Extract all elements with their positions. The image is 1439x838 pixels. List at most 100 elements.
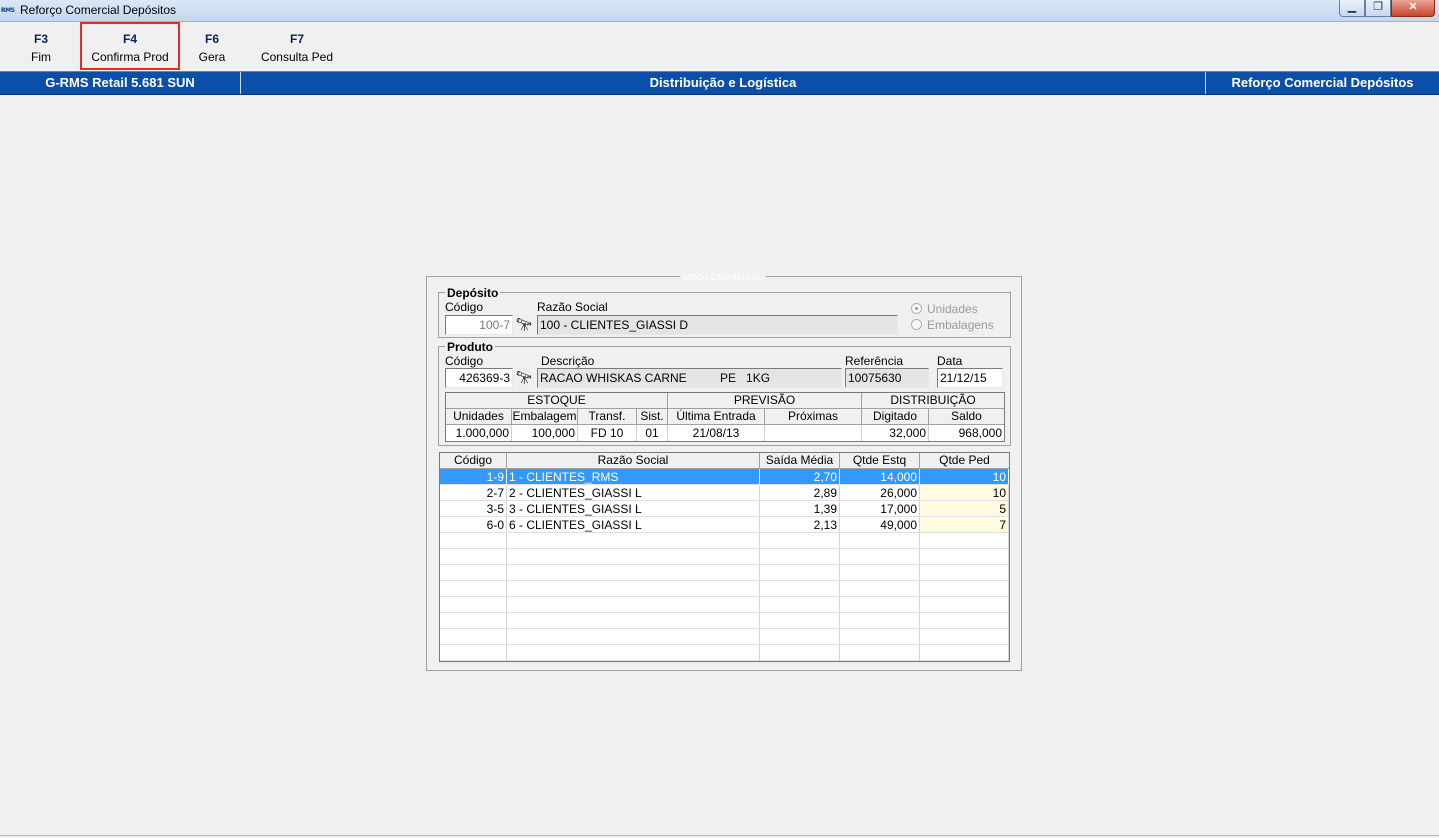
empty-cell: [920, 629, 1009, 645]
empty-cell: [507, 645, 760, 661]
radio-embalagens-label: Embalagens: [927, 318, 994, 332]
cell-saida-media: 2,70: [760, 469, 840, 485]
produto-search-binoculars-icon[interactable]: 🔭︎: [514, 368, 534, 388]
deposito-codigo-label: Código: [445, 300, 484, 314]
f6-action-label: Gera: [198, 50, 226, 64]
empty-row[interactable]: [440, 629, 1009, 645]
estoque-group-header: ESTOQUE: [446, 393, 668, 409]
produto-codigo-field[interactable]: 426369-3: [445, 368, 513, 388]
grid-header-qtde-ped[interactable]: Qtde Ped: [920, 453, 1009, 469]
referencia-field: 10075630: [845, 368, 929, 388]
f7-action-label: Consulta Ped: [260, 50, 334, 64]
window-title: Reforço Comercial Depósitos: [20, 3, 177, 17]
produto-codigo-label: Código: [445, 354, 484, 368]
referencia-label: Referência: [845, 354, 904, 368]
system-version: G-RMS Retail 5.681 SUN: [0, 72, 241, 94]
deposito-group-title: Depósito: [445, 286, 501, 300]
empty-cell: [760, 581, 840, 597]
table-row[interactable]: 6-0 6 - CLIENTES_GIASSI L 2,13 49,000 7: [440, 517, 1009, 533]
cell-razao: 3 - CLIENTES_GIASSI L: [507, 501, 760, 517]
empty-cell: [840, 565, 920, 581]
val-digitado: 32,000: [862, 425, 929, 441]
cell-qtde-ped[interactable]: 10: [920, 485, 1009, 501]
f4-key-label: F4: [122, 32, 137, 46]
cell-codigo: 2-7: [440, 485, 507, 501]
empty-row[interactable]: [440, 565, 1009, 581]
val-embalagem: 100,000: [512, 425, 578, 441]
f6-gera-button[interactable]: F6 Gera: [182, 22, 242, 70]
deposito-razao-field: 100 - CLIENTES_GIASSI D: [537, 315, 898, 335]
grid-header-saida-media[interactable]: Saída Média: [760, 453, 840, 469]
cell-qtde-estq: 26,000: [840, 485, 920, 501]
data-label: Data: [937, 354, 963, 368]
grid-header-qtde-estq[interactable]: Qtde Estq: [840, 453, 920, 469]
empty-cell: [440, 533, 507, 549]
data-field[interactable]: 21/12/15: [937, 368, 1003, 388]
empty-cell: [440, 597, 507, 613]
empty-row[interactable]: [440, 581, 1009, 597]
cell-qtde-ped[interactable]: 7: [920, 517, 1009, 533]
cell-saida-media: 2,13: [760, 517, 840, 533]
empty-cell: [920, 613, 1009, 629]
radio-unidades[interactable]: Unidades: [911, 302, 978, 316]
grid-header-razao[interactable]: Razão Social: [507, 453, 760, 469]
col-sist: Sist.: [637, 409, 668, 425]
radio-embalagens-dot: [911, 319, 922, 330]
deposito-search-binoculars-icon[interactable]: 🔭︎: [514, 315, 534, 335]
deposito-razao-label: Razão Social: [537, 300, 608, 314]
empty-cell: [440, 629, 507, 645]
minimize-button[interactable]: ▁: [1339, 0, 1365, 17]
empty-cell: [507, 581, 760, 597]
radio-embalagens[interactable]: Embalagens: [911, 318, 994, 332]
empty-row[interactable]: [440, 549, 1009, 565]
empty-cell: [440, 645, 507, 661]
table-row[interactable]: 2-7 2 - CLIENTES_GIASSI L 2,89 26,000 10: [440, 485, 1009, 501]
f7-consulta-ped-button[interactable]: F7 Consulta Ped: [252, 22, 342, 70]
cell-qtde-estq: 49,000: [840, 517, 920, 533]
window-controls: ▁ ❐ ✕: [1339, 0, 1435, 18]
empty-cell: [840, 645, 920, 661]
empty-cell: [920, 549, 1009, 565]
f4-action-label: Confirma Prod: [91, 50, 169, 64]
title-bar[interactable]: RMS Reforço Comercial Depósitos ▁ ❐ ✕: [0, 0, 1439, 22]
f4-confirma-prod-button[interactable]: F4 Confirma Prod: [80, 22, 180, 70]
header-band: G-RMS Retail 5.681 SUN Distribuição e Lo…: [0, 71, 1439, 95]
f3-fim-button[interactable]: F3 Fim: [0, 22, 82, 70]
empty-row[interactable]: [440, 533, 1009, 549]
empty-cell: [760, 565, 840, 581]
empty-cell: [760, 549, 840, 565]
cell-saida-media: 1,39: [760, 501, 840, 517]
empty-cell: [760, 645, 840, 661]
table-row[interactable]: 3-5 3 - CLIENTES_GIASSI L 1,39 17,000 5: [440, 501, 1009, 517]
empty-cell: [440, 581, 507, 597]
empty-row[interactable]: [440, 613, 1009, 629]
empty-row[interactable]: [440, 597, 1009, 613]
col-digitado: Digitado: [862, 409, 929, 425]
empty-cell: [920, 565, 1009, 581]
empty-cell: [840, 597, 920, 613]
empty-cell: [440, 549, 507, 565]
restore-button[interactable]: ❐: [1365, 0, 1391, 17]
val-ultima-entrada: 21/08/13: [668, 425, 765, 441]
close-button[interactable]: ✕: [1391, 0, 1435, 17]
f3-action-label: Fim: [31, 50, 51, 64]
cell-qtde-ped[interactable]: 5: [920, 501, 1009, 517]
empty-cell: [507, 549, 760, 565]
empty-row[interactable]: [440, 645, 1009, 661]
produto-group-title: Produto: [445, 340, 495, 354]
grid-header-codigo[interactable]: Código: [440, 453, 507, 469]
cell-qtde-ped[interactable]: 10: [920, 469, 1009, 485]
deposito-group: Depósito Código 100-7 🔭︎ Razão Social 10…: [438, 286, 1011, 338]
empty-cell: [507, 565, 760, 581]
empty-cell: [440, 613, 507, 629]
empty-cell: [840, 549, 920, 565]
cell-codigo: 3-5: [440, 501, 507, 517]
col-transf: Transf.: [578, 409, 637, 425]
radio-unidades-label: Unidades: [927, 302, 978, 316]
empty-cell: [840, 629, 920, 645]
cell-razao: 2 - CLIENTES_GIASSI L: [507, 485, 760, 501]
deposito-codigo-field[interactable]: 100-7: [445, 315, 513, 335]
table-row[interactable]: 1-9 1 - CLIENTES_RMS 2,70 14,000 10: [440, 469, 1009, 485]
val-transf: FD 10: [578, 425, 637, 441]
empty-cell: [920, 597, 1009, 613]
